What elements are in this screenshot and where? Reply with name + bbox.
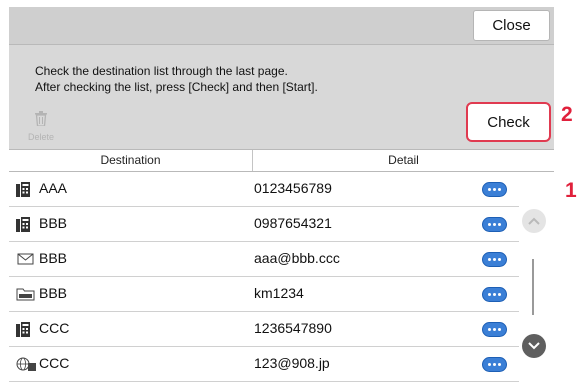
email-icon: [17, 253, 34, 265]
destination-detail: 0987654321: [254, 215, 332, 231]
destination-detail: 123@908.jp: [254, 355, 330, 371]
destination-name: AAA: [39, 180, 68, 196]
internet-fax-icon: [16, 357, 36, 371]
callout-number-1: 1: [565, 179, 577, 202]
more-details-button[interactable]: [482, 357, 507, 372]
destination-detail: 0123456789: [254, 180, 332, 196]
more-details-button[interactable]: [482, 252, 507, 267]
delete-button[interactable]: Delete: [21, 111, 61, 142]
more-details-button[interactable]: [482, 217, 507, 232]
delete-label: Delete: [27, 132, 54, 142]
more-details-button[interactable]: [482, 182, 507, 197]
more-details-button[interactable]: [482, 287, 507, 302]
instruction-message: Check the destination list through the l…: [35, 63, 318, 95]
destination-name: BBB: [39, 215, 68, 231]
destination-detail: km1234: [254, 285, 304, 301]
close-button[interactable]: Close: [473, 10, 550, 41]
destination-name: BBB: [39, 250, 68, 266]
instruction-line-1: Check the destination list through the l…: [35, 64, 288, 78]
top-divider: [9, 44, 554, 45]
list-item[interactable]: BBB 0987654321: [9, 207, 519, 242]
fax-icon: [16, 182, 30, 197]
list-header: Destination Detail: [9, 149, 554, 172]
list-item[interactable]: AAA 0123456789: [9, 172, 519, 207]
smb-folder-icon: [16, 288, 35, 301]
check-button[interactable]: Check: [466, 102, 551, 142]
callout-number-2: 2: [561, 103, 573, 126]
list-item[interactable]: CCC 1236547890: [9, 312, 519, 347]
fax-icon: [16, 217, 30, 232]
destination-detail: 1236547890: [254, 320, 332, 336]
chevron-down-icon: [528, 342, 540, 350]
trash-icon: [35, 111, 47, 127]
more-details-button[interactable]: [482, 322, 507, 337]
scroll-down-button[interactable]: [522, 334, 546, 358]
column-header-destination: Destination: [100, 153, 161, 167]
fax-icon: [16, 322, 30, 337]
list-item[interactable]: BBB km1234: [9, 277, 519, 312]
destination-list: AAA 0123456789 BBB 0987654321 BBB aaa@bb…: [9, 172, 554, 386]
scrollbar-track[interactable]: [532, 259, 534, 315]
instruction-line-2: After checking the list, press [Check] a…: [35, 80, 318, 94]
list-item[interactable]: CCC 123@908.jp: [9, 347, 519, 382]
destination-name: BBB: [39, 285, 68, 301]
destination-name: CCC: [39, 355, 70, 371]
destination-check-panel: Close Check the destination list through…: [9, 7, 554, 386]
destination-name: CCC: [39, 320, 70, 336]
scroll-up-button[interactable]: [522, 209, 546, 233]
column-header-detail: Detail: [388, 153, 419, 167]
chevron-up-icon: [528, 217, 540, 225]
destination-detail: aaa@bbb.ccc: [254, 250, 340, 266]
list-item[interactable]: BBB aaa@bbb.ccc: [9, 242, 519, 277]
